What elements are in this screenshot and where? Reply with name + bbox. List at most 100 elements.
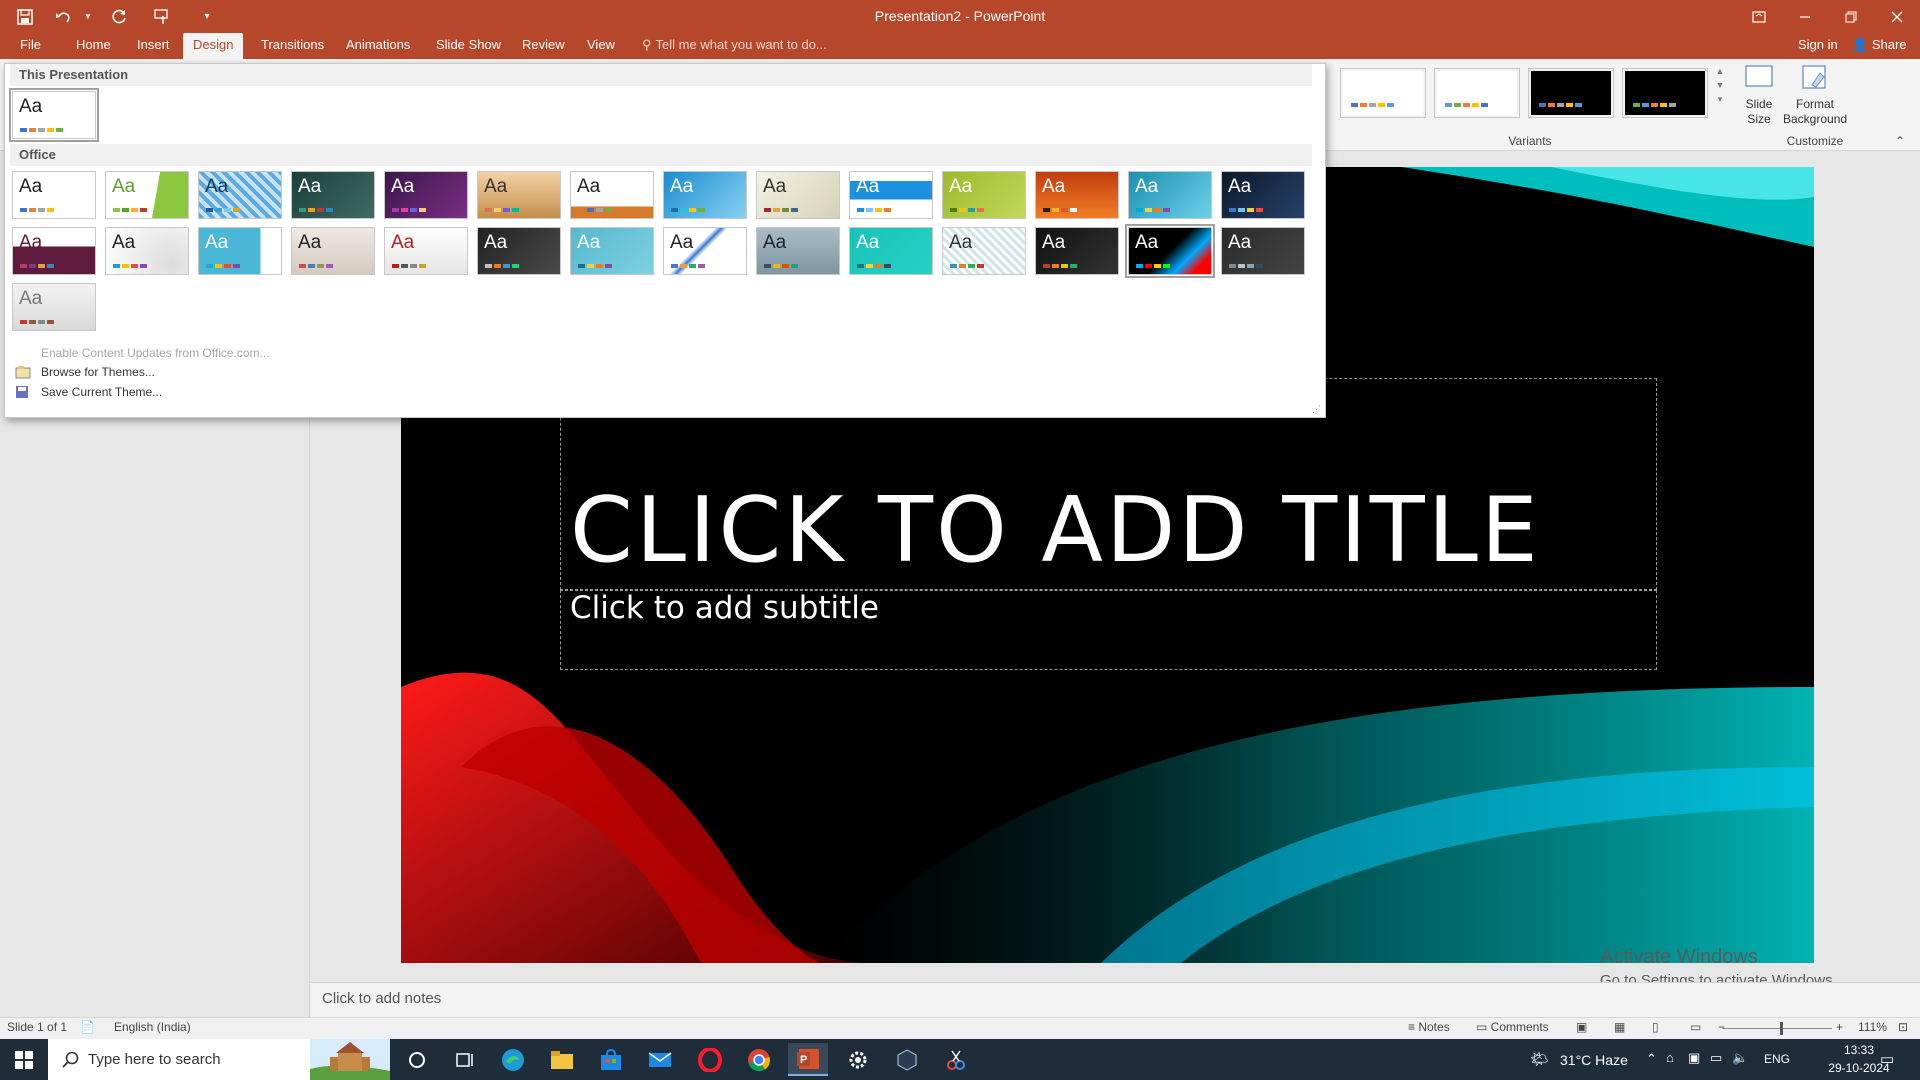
zoom-slider[interactable]: [1722, 1028, 1832, 1029]
zoom-slider-thumb[interactable]: [1780, 1022, 1783, 1035]
tab-review[interactable]: Review: [512, 33, 575, 59]
office-theme-26[interactable]: Aa: [1035, 227, 1119, 275]
sign-in-link[interactable]: Sign in: [1798, 33, 1838, 59]
language-tray[interactable]: ENG: [1764, 1052, 1790, 1066]
ribbon-display-icon[interactable]: [1736, 0, 1782, 33]
file-explorer-icon[interactable]: [542, 1043, 582, 1076]
tab-file[interactable]: File: [10, 33, 51, 59]
slide-title[interactable]: CLICK TO ADD TITLE: [570, 478, 1541, 583]
tab-slide-show[interactable]: Slide Show: [426, 33, 511, 59]
variant-4[interactable]: [1622, 68, 1708, 118]
office-theme-8[interactable]: Aa: [663, 171, 747, 219]
collapse-ribbon-icon[interactable]: ⌃: [1895, 134, 1905, 148]
office-theme-20[interactable]: Aa: [477, 227, 561, 275]
tab-home[interactable]: Home: [66, 33, 121, 59]
windows-start-icon[interactable]: [0, 1039, 48, 1080]
variants-more-icon[interactable]: ▲ ▼ ▾: [1712, 64, 1728, 124]
resize-grip-icon[interactable]: ⋰: [1312, 404, 1321, 415]
save-theme-item[interactable]: Save Current Theme...: [41, 385, 162, 399]
slideshow-view-icon[interactable]: ▭: [1690, 1020, 1701, 1034]
taskbar-search[interactable]: Type here to search: [48, 1039, 390, 1080]
cortana-icon[interactable]: [397, 1043, 437, 1076]
weather-text[interactable]: 31°C Haze: [1560, 1052, 1628, 1068]
notes-toggle[interactable]: ≡ Notes: [1408, 1020, 1450, 1034]
network-icon[interactable]: ▭: [1710, 1050, 1722, 1066]
office-theme-6[interactable]: Aa: [477, 171, 561, 219]
office-theme-29[interactable]: Aa: [12, 283, 96, 331]
office-theme-19[interactable]: Aa: [384, 227, 468, 275]
slide-size-button[interactable]: Slide Size: [1740, 63, 1778, 133]
tab-transitions[interactable]: Transitions: [251, 33, 334, 59]
restore-icon[interactable]: [1828, 0, 1874, 33]
fit-slide-icon[interactable]: ⊡: [1898, 1020, 1908, 1034]
minimize-icon[interactable]: [1782, 0, 1828, 33]
theme-sample-text: Aa: [484, 176, 508, 197]
snipping-tool-icon[interactable]: [936, 1043, 976, 1076]
settings-icon[interactable]: [838, 1043, 878, 1076]
office-theme-7[interactable]: Aa: [570, 171, 654, 219]
tab-view[interactable]: View: [577, 33, 625, 59]
office-theme-2[interactable]: Aa: [105, 171, 189, 219]
show-hidden-icons[interactable]: ⌃: [1646, 1051, 1657, 1067]
office-theme-5[interactable]: Aa: [384, 171, 468, 219]
office-theme-24[interactable]: Aa: [849, 227, 933, 275]
zoom-in-icon[interactable]: +: [1836, 1020, 1843, 1034]
office-theme-12[interactable]: Aa: [1035, 171, 1119, 219]
variant-1[interactable]: [1340, 68, 1426, 118]
task-view-icon[interactable]: [444, 1043, 484, 1076]
office-theme-3[interactable]: Aa: [198, 171, 282, 219]
office-theme-21[interactable]: Aa: [570, 227, 654, 275]
slide-subtitle[interactable]: Click to add subtitle: [570, 590, 879, 626]
language-indicator[interactable]: English (India): [114, 1020, 191, 1034]
tab-insert[interactable]: Insert: [127, 33, 180, 59]
office-theme-13[interactable]: Aa: [1128, 171, 1212, 219]
volume-icon[interactable]: 🔈: [1732, 1050, 1748, 1066]
tab-design[interactable]: Design: [183, 33, 244, 59]
notification-icon[interactable]: ▭: [1880, 1050, 1894, 1068]
notes-placeholder[interactable]: Click to add notes: [322, 990, 441, 1007]
office-theme-17[interactable]: Aa: [198, 227, 282, 275]
office-theme-22[interactable]: Aa: [663, 227, 747, 275]
zoom-out-icon[interactable]: −: [1718, 1020, 1725, 1034]
office-theme-10[interactable]: Aa: [849, 171, 933, 219]
chrome-icon[interactable]: [739, 1043, 779, 1076]
office-theme-9[interactable]: Aa: [756, 171, 840, 219]
office-theme-4[interactable]: Aa: [291, 171, 375, 219]
office-theme-14[interactable]: Aa: [1221, 171, 1305, 219]
microsoft-store-icon[interactable]: [591, 1043, 631, 1076]
powerpoint-taskbar-icon[interactable]: P: [788, 1043, 828, 1076]
office-theme-15[interactable]: Aa: [12, 227, 96, 275]
close-icon[interactable]: [1874, 0, 1920, 33]
clock-time[interactable]: 13:33: [1832, 1043, 1886, 1057]
office-theme-28[interactable]: Aa: [1221, 227, 1305, 275]
slide-sorter-icon[interactable]: ▦: [1614, 1020, 1625, 1034]
tab-animations[interactable]: Animations: [336, 33, 420, 59]
edge-icon[interactable]: [493, 1043, 533, 1076]
spellcheck-icon[interactable]: 📄: [80, 1020, 95, 1034]
tell-me-box[interactable]: ⚲ Tell me what you want to do...: [642, 33, 827, 59]
opera-icon[interactable]: [690, 1043, 730, 1076]
format-background-button[interactable]: Format Background: [1776, 63, 1854, 133]
variant-3[interactable]: [1528, 68, 1614, 118]
office-theme-23[interactable]: Aa: [756, 227, 840, 275]
browse-themes-item[interactable]: Browse for Themes...: [41, 365, 155, 379]
zoom-level[interactable]: 111%: [1858, 1020, 1887, 1034]
theme-current[interactable]: Aa: [9, 88, 99, 142]
comments-toggle[interactable]: ▭ Comments: [1476, 1020, 1549, 1034]
office-theme-11[interactable]: Aa: [942, 171, 1026, 219]
variant-2[interactable]: [1434, 68, 1520, 118]
normal-view-icon[interactable]: ▣: [1576, 1020, 1587, 1034]
theme-sample-text: Aa: [391, 176, 415, 197]
app-hexagon-icon[interactable]: [887, 1043, 927, 1076]
tray-icon-2[interactable]: ▣: [1688, 1050, 1700, 1066]
office-theme-27[interactable]: Aa: [1125, 224, 1215, 278]
office-theme-18[interactable]: Aa: [291, 227, 375, 275]
notes-pane[interactable]: [311, 982, 1920, 1017]
mail-icon[interactable]: [640, 1043, 680, 1076]
tray-icon-1[interactable]: ⌂: [1666, 1050, 1674, 1065]
office-theme-1[interactable]: Aa: [12, 171, 96, 219]
reading-view-icon[interactable]: ▯: [1652, 1020, 1659, 1034]
share-button[interactable]: 👤 Share: [1852, 33, 1907, 59]
office-theme-16[interactable]: Aa: [105, 227, 189, 275]
office-theme-25[interactable]: Aa: [942, 227, 1026, 275]
